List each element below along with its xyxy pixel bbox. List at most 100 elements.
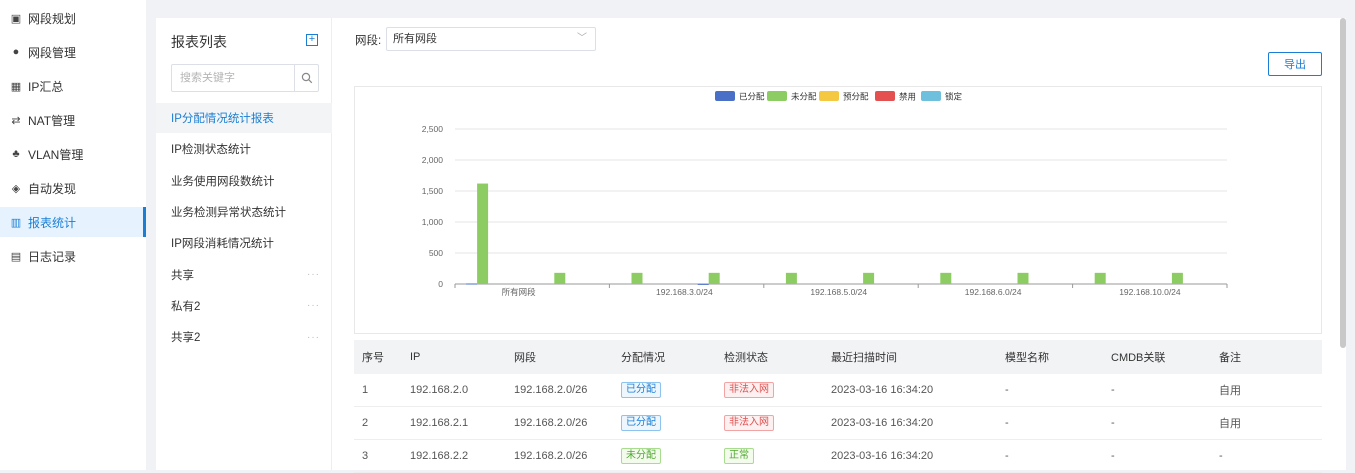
column-header: CMDB关联 — [1111, 352, 1166, 364]
chart-bar — [940, 272, 952, 284]
table-cell-model: - — [1005, 450, 1009, 462]
legend-label: 未分配 — [791, 92, 817, 102]
x-tick-label: 192.168.5.0/24 — [810, 287, 867, 297]
nav-item-label: 报表统计 — [28, 215, 77, 230]
y-tick-label: 1,000 — [422, 217, 444, 227]
y-tick-label: 2,500 — [422, 124, 444, 134]
chart-bar — [466, 283, 478, 285]
report-list-title: 报表列表 — [171, 34, 227, 50]
segment-filter-label: 网段: — [355, 35, 382, 47]
y-tick-label: 1,500 — [422, 186, 444, 196]
segment-select[interactable]: 所有网段 ﹀ — [386, 27, 596, 51]
y-tick-label: 500 — [429, 248, 443, 258]
table-cell-cmdb: - — [1111, 384, 1115, 396]
table-row[interactable]: 3 192.168.2.2 192.168.2.0/26 未分配 正常 2023-03-1… — [354, 440, 1322, 473]
column-header: 检测状态 — [724, 352, 768, 364]
table-cell-note: 自用 — [1219, 418, 1241, 430]
chart-bar — [1017, 272, 1029, 284]
table-row[interactable]: 1 192.168.2.0 192.168.2.0/26 已分配 非法入网 2023-03… — [354, 374, 1322, 407]
ip-table: 序号 IP 网段 分配情况 检测状态 最近扫描时间 模型名称 CMDB关联 备注 1 192.16… — [354, 340, 1322, 473]
chart-icon: ▥ — [10, 216, 22, 229]
chart-bar — [863, 272, 875, 284]
table-cell-model: - — [1005, 417, 1009, 429]
search-input[interactable] — [172, 65, 296, 91]
nav-item-6[interactable]: ▥ 报表统计 — [0, 207, 146, 237]
globe-icon: ● — [12, 46, 20, 58]
column-header: 最近扫描时间 — [831, 352, 897, 364]
table-row[interactable]: 2 192.168.2.1 192.168.2.0/26 已分配 非法入网 2023-03… — [354, 407, 1322, 440]
column-header: IP — [410, 351, 421, 363]
report-list-item[interactable]: 业务检测异常状态统计 — [156, 197, 332, 227]
table-cell-time: 2023-03-16 16:34:20 — [831, 450, 934, 462]
report-list-item-label: 共享2 — [171, 332, 201, 345]
status-badge: 非法入网 — [724, 382, 774, 398]
report-list-item[interactable]: IP检测状态统计 — [156, 134, 332, 164]
nav-item-label: NAT管理 — [28, 113, 76, 128]
x-tick-label: 192.168.3.0/24 — [656, 287, 713, 297]
report-list-item-label: 共享 — [171, 269, 194, 282]
table-cell-ip: 192.168.2.2 — [410, 450, 469, 462]
nat-icon: ⇄ — [11, 114, 21, 127]
report-list-item-label: IP检测状态统计 — [171, 144, 251, 157]
chart-bar — [708, 272, 720, 284]
report-list-item[interactable]: 共享 ··· — [156, 260, 332, 290]
report-list-item-label: 业务使用网段数统计 — [171, 175, 275, 188]
allocation-bar-chart: 已分配 未分配 预分配 禁用 锁定 0 500 1,000 1,500 2,000 2,500 所有网… — [422, 91, 1228, 297]
nav-item-3[interactable]: ⇄ NAT管理 — [0, 105, 146, 135]
nav-item-5[interactable]: ◈ 自动发现 — [0, 173, 146, 203]
chart-bar — [554, 272, 566, 284]
table-cell-cmdb: - — [1111, 450, 1115, 462]
y-tick-label: 2,000 — [422, 155, 444, 165]
chart-container: 已分配 未分配 预分配 禁用 锁定 0 500 1,000 1,500 2,000 2,500 所有网… — [354, 86, 1322, 334]
nav-item-label: 网段管理 — [28, 45, 77, 60]
table-icon: ▦ — [10, 80, 22, 93]
column-header: 模型名称 — [1005, 352, 1049, 364]
column-header: 网段 — [514, 352, 536, 364]
report-search — [171, 64, 319, 92]
table-cell-no: 1 — [362, 384, 369, 396]
report-list-item-label: 业务检测异常状态统计 — [171, 206, 286, 219]
legend-swatch — [875, 91, 895, 101]
chart-bar — [1094, 272, 1106, 284]
nav-item-7[interactable]: ▤ 日志记录 — [0, 241, 146, 271]
more-icon[interactable]: ··· — [307, 332, 320, 343]
report-list-item[interactable]: 私有2 ··· — [156, 291, 332, 321]
report-list-item[interactable]: 业务使用网段数统计 — [156, 166, 332, 196]
legend-label: 锁定 — [945, 92, 963, 102]
grid-icon: ▣ — [10, 12, 22, 25]
y-tick-label: 0 — [438, 279, 443, 289]
nav-item-0[interactable]: ▣ 网段规划 — [0, 3, 146, 33]
more-icon[interactable]: ··· — [307, 300, 320, 311]
status-badge: 正常 — [724, 448, 754, 464]
table-cell-alloc: 未分配 — [613, 448, 716, 464]
top-strip — [146, 0, 1355, 18]
table-cell-segment: 192.168.2.0/26 — [514, 384, 588, 396]
export-button[interactable]: 导出 — [1268, 52, 1322, 76]
table-cell-note: - — [1219, 450, 1223, 462]
plus-square-icon[interactable]: + — [306, 34, 318, 46]
vlan-icon: ♣ — [12, 148, 20, 160]
side-nav: ▣ 网段规划 ● 网段管理 ▦ IP汇总 ⇄ NAT管理 ♣ VLAN管理 ◈ 自动发现 ▥ 报表统计 ▤ 日… — [0, 0, 146, 470]
nav-item-1[interactable]: ● 网段管理 — [0, 37, 146, 67]
x-tick-label: 192.168.6.0/24 — [965, 287, 1022, 297]
report-list-item[interactable]: 共享2 ··· — [156, 322, 332, 352]
report-list-item-label: IP网段消耗情况统计 — [171, 238, 274, 251]
report-list-item[interactable]: IP网段消耗情况统计 — [156, 228, 332, 258]
nav-item-label: 网段规划 — [28, 11, 77, 26]
report-list-item-label: IP分配情况统计报表 — [171, 113, 274, 125]
nav-item-label: 自动发现 — [28, 181, 77, 196]
chevron-down-icon: ﹀ — [577, 33, 587, 44]
vertical-scrollbar[interactable] — [1340, 18, 1346, 348]
discover-icon: ◈ — [11, 182, 21, 195]
search-icon[interactable] — [294, 65, 318, 91]
legend-swatch — [767, 91, 787, 101]
chart-bar — [631, 272, 643, 284]
table-cell-status: 非法入网 — [716, 415, 823, 431]
chart-bar — [477, 183, 489, 284]
table-cell-time: 2023-03-16 16:34:20 — [831, 417, 934, 429]
nav-item-4[interactable]: ♣ VLAN管理 — [0, 139, 146, 169]
nav-item-2[interactable]: ▦ IP汇总 — [0, 71, 146, 101]
x-tick-label: 192.168.10.0/24 — [1119, 287, 1181, 297]
more-icon[interactable]: ··· — [307, 269, 320, 280]
report-list-item[interactable]: IP分配情况统计报表 — [156, 103, 332, 133]
